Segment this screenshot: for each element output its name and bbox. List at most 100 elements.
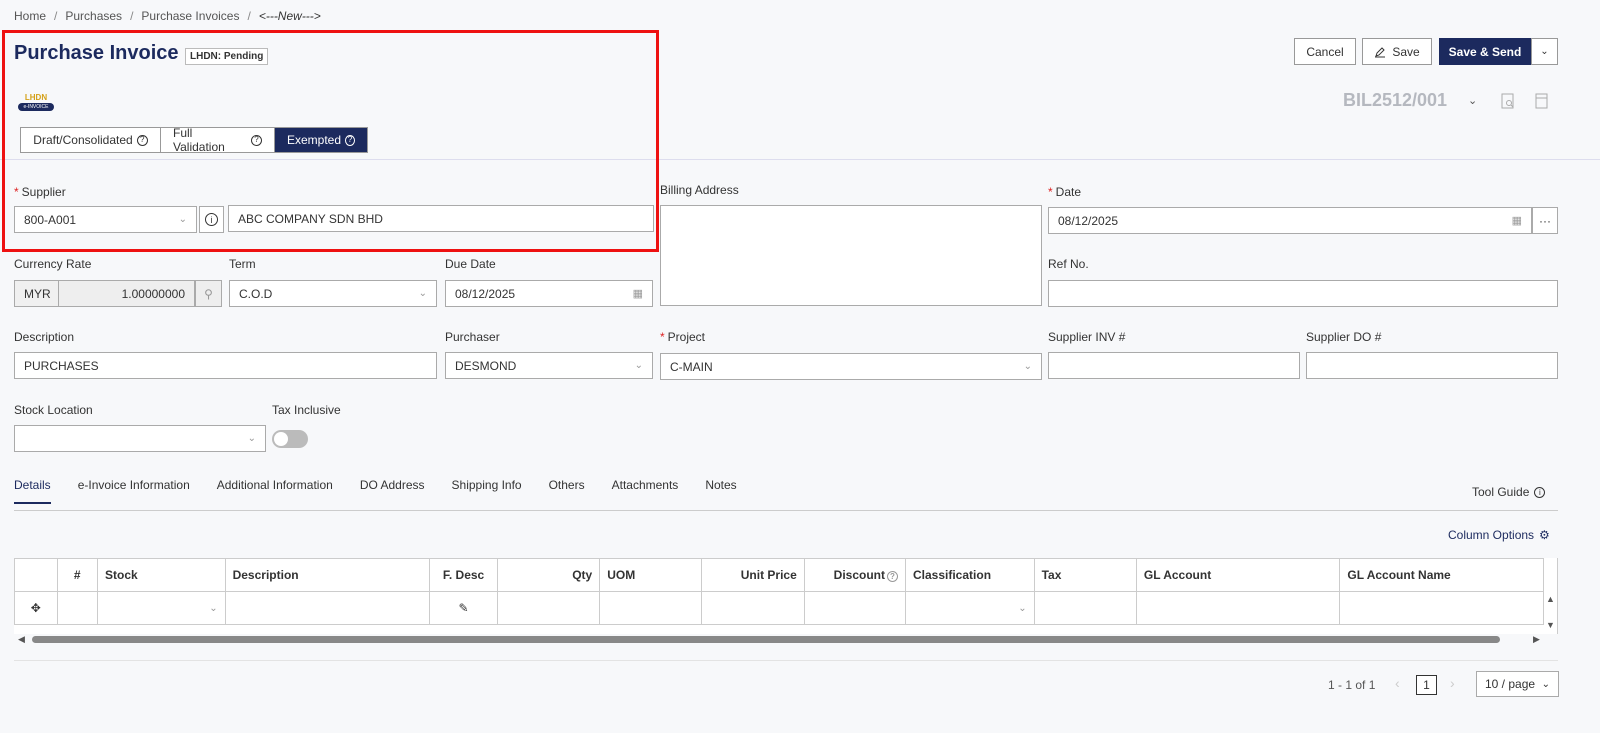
date-label-text: Date <box>1055 185 1082 199</box>
due-date-field[interactable]: 08/12/2025 ▦ <box>445 280 653 307</box>
breadcrumb-current: <---New---> <box>258 9 321 23</box>
save-send-button[interactable]: Save & Send <box>1439 38 1531 65</box>
tab-attachments[interactable]: Attachments <box>612 478 679 504</box>
chevron-down-icon: ⌄ <box>634 360 643 371</box>
date-field[interactable]: 08/12/2025 ▦ <box>1048 207 1532 234</box>
cancel-button[interactable]: Cancel <box>1294 38 1356 65</box>
help-icon[interactable]: ? <box>136 134 148 146</box>
currency-rate-field[interactable]: 1.00000000 <box>58 280 195 307</box>
document-number: BIL2512/001 <box>1343 90 1448 110</box>
breadcrumb-home[interactable]: Home <box>14 9 46 23</box>
cell-gl-account[interactable] <box>1135 591 1341 625</box>
save-options-dropdown[interactable]: ⌄ <box>1531 38 1558 65</box>
mode-full-validation[interactable]: Full Validation ? <box>161 126 275 154</box>
cell-uom[interactable] <box>599 591 703 625</box>
breadcrumb-purchases[interactable]: Purchases <box>65 9 122 23</box>
next-page-button[interactable]: › <box>1450 675 1455 691</box>
more-icon: ··· <box>1539 213 1551 228</box>
col-uom: UOM <box>599 558 703 592</box>
col-gl-account: GL Account <box>1135 558 1341 592</box>
supplier-do-field[interactable] <box>1306 352 1558 379</box>
billing-address-field[interactable] <box>660 205 1042 306</box>
cell-description[interactable] <box>224 591 431 625</box>
purchaser-select[interactable]: DESMOND ⌄ <box>445 352 653 379</box>
description-field[interactable]: PURCHASES <box>14 352 437 379</box>
required-marker: * <box>14 185 19 199</box>
mode-exempted[interactable]: Exempted ? <box>275 128 367 152</box>
currency-code-field: MYR <box>14 280 59 307</box>
tab-additional-information[interactable]: Additional Information <box>217 478 333 504</box>
term-select[interactable]: C.O.D ⌄ <box>229 280 437 307</box>
cell-tax[interactable] <box>1033 591 1137 625</box>
tab-shipping-info[interactable]: Shipping Info <box>452 478 522 504</box>
prev-page-button[interactable]: ‹ <box>1395 675 1400 691</box>
help-icon[interactable]: ? <box>345 134 355 146</box>
page-size-select[interactable]: 10 / page ⌄ <box>1476 671 1559 697</box>
col-gl-account-name: GL Account Name <box>1339 558 1544 592</box>
cell-f-desc[interactable]: ✎ <box>429 591 498 625</box>
date-more-button[interactable]: ··· <box>1532 207 1558 234</box>
grid-footer-divider <box>14 660 1558 661</box>
col-discount: Discount? <box>803 558 907 592</box>
supplier-code-select[interactable]: 800-A001 ⌄ <box>14 206 197 233</box>
tax-inclusive-toggle[interactable] <box>272 430 308 448</box>
cell-qty[interactable] <box>496 591 601 625</box>
lhdn-logo-banner: e-INVOICE <box>18 103 54 111</box>
column-options-label: Column Options <box>1448 528 1535 542</box>
col-stock: Stock <box>97 558 226 592</box>
tab-details[interactable]: Details <box>14 478 51 504</box>
drag-handle-icon[interactable]: ✥ <box>14 591 58 625</box>
help-icon[interactable]: ? <box>887 571 898 583</box>
column-options-button[interactable]: Column Options ⚙ <box>1448 528 1550 542</box>
col-f-desc: F. Desc <box>429 558 498 592</box>
page-title: Purchase Invoice <box>14 42 179 64</box>
chevron-down-icon: ⌄ <box>1018 602 1027 614</box>
supplier-inv-field[interactable] <box>1048 352 1300 379</box>
document-preview-icon[interactable] <box>1534 92 1550 110</box>
tab-notes[interactable]: Notes <box>705 478 736 504</box>
tab-do-address[interactable]: DO Address <box>360 478 425 504</box>
cancel-label: Cancel <box>1306 44 1344 59</box>
tab-e-invoice-information[interactable]: e-Invoice Information <box>78 478 190 504</box>
ref-no-label: Ref No. <box>1048 257 1089 271</box>
date-label: * Date <box>1048 185 1081 199</box>
project-label-text: Project <box>667 330 706 344</box>
scroll-down-arrow[interactable]: ▼ <box>1546 620 1555 630</box>
document-search-icon[interactable] <box>1500 92 1516 110</box>
horizontal-scrollbar[interactable] <box>32 636 1500 643</box>
col-qty: Qty <box>496 558 601 592</box>
doc-number-dropdown[interactable]: ⌄ <box>1468 94 1477 107</box>
cell-discount[interactable] <box>803 591 907 625</box>
scroll-left-arrow[interactable]: ◀ <box>18 634 25 645</box>
currency-rate-value: 1.00000000 <box>121 286 185 301</box>
breadcrumb-separator: / <box>247 9 251 23</box>
scroll-up-arrow[interactable]: ▲ <box>1546 594 1555 604</box>
page-number-button[interactable]: 1 <box>1416 675 1437 695</box>
description-value: PURCHASES <box>24 358 99 373</box>
table-row: ✥ ⌄ ✎ ⌄ <box>14 591 1544 625</box>
stock-location-select[interactable]: ⌄ <box>14 425 266 452</box>
chevron-down-icon: ⌄ <box>178 214 187 225</box>
project-select[interactable]: C-MAIN ⌄ <box>660 353 1042 380</box>
cell-gl-account-name[interactable] <box>1339 591 1544 625</box>
chevron-down-icon: ⌄ <box>1540 46 1549 57</box>
cell-stock[interactable]: ⌄ <box>97 591 226 625</box>
supplier-info-button[interactable]: i <box>199 206 224 233</box>
pagination-range: 1 - 1 of 1 <box>1328 678 1376 692</box>
tool-guide-link[interactable]: Tool Guide i <box>1472 485 1546 499</box>
grid-header-row: # Stock Description F. Desc Qty UOM Unit… <box>14 558 1544 592</box>
supplier-name-field[interactable]: ABC COMPANY SDN BHD <box>228 205 654 232</box>
details-grid: # Stock Description F. Desc Qty UOM Unit… <box>14 558 1558 634</box>
col-tax: Tax <box>1033 558 1137 592</box>
ref-no-field[interactable] <box>1048 280 1558 307</box>
tab-others[interactable]: Others <box>549 478 585 504</box>
breadcrumb-invoices[interactable]: Purchase Invoices <box>141 9 239 23</box>
save-button[interactable]: Save <box>1362 38 1432 65</box>
mode-draft-consolidated[interactable]: Draft/Consolidated ? <box>21 128 161 152</box>
cell-classification[interactable]: ⌄ <box>905 591 1035 625</box>
help-icon[interactable]: ? <box>251 134 262 146</box>
description-label: Description <box>14 330 75 344</box>
scroll-right-arrow[interactable]: ▶ <box>1533 634 1540 645</box>
currency-rate-search[interactable]: ⚲ <box>195 280 222 307</box>
cell-unit-price[interactable] <box>701 591 805 625</box>
